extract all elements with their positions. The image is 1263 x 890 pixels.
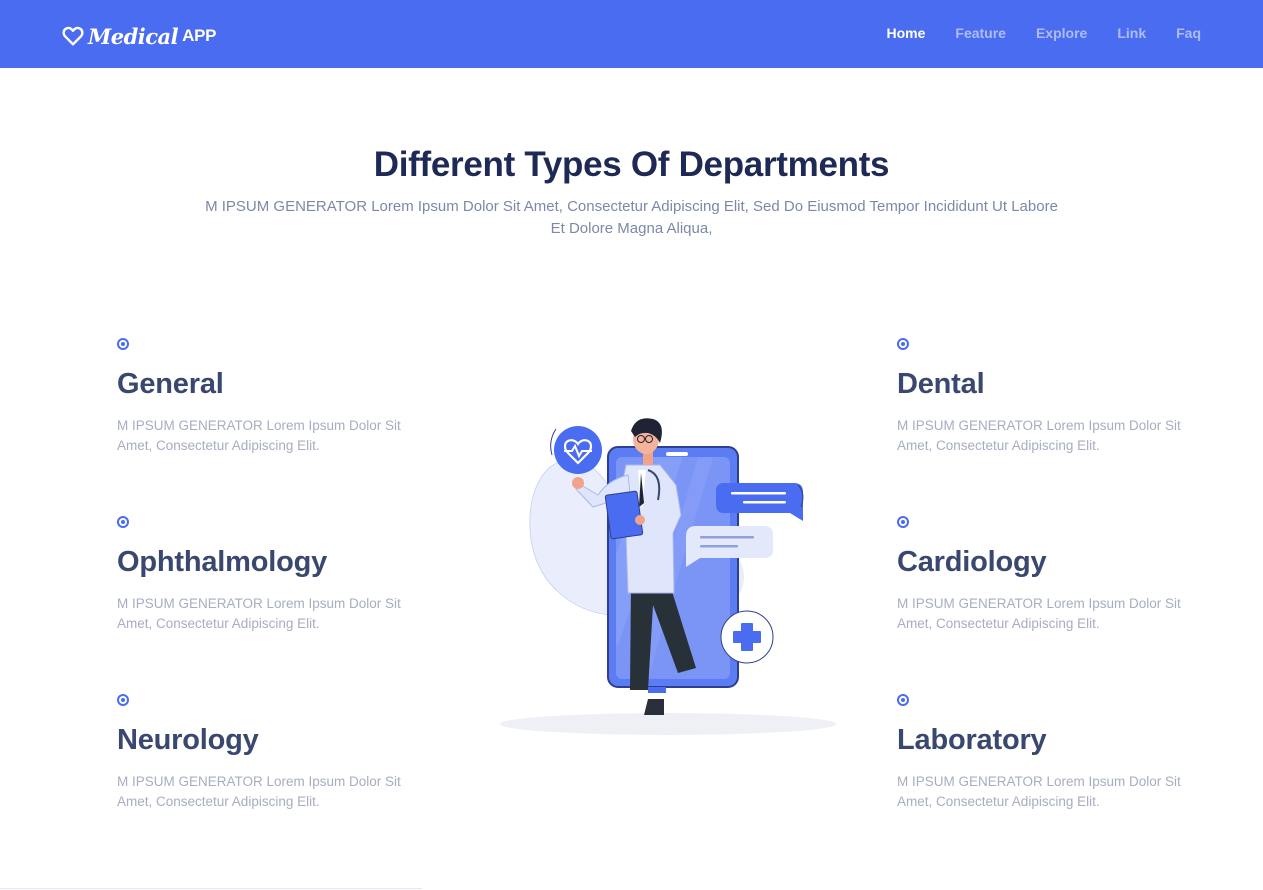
bottom-divider <box>0 888 422 889</box>
dept-title: Neurology <box>117 724 259 756</box>
main-nav: Home Feature Explore Link Faq <box>886 24 1201 43</box>
nav-link-home[interactable]: Home <box>886 25 925 41</box>
brand-logo-link[interactable]: Medical APP <box>62 22 217 50</box>
nav-link-feature[interactable]: Feature <box>955 25 1006 41</box>
brand-name: Medical <box>88 23 179 49</box>
top-navbar: Medical APP Home Feature Explore Link Fa… <box>0 0 1263 68</box>
dept-description: M IPSUM GENERATOR Lorem Ipsum Dolor Sit … <box>897 774 1181 809</box>
heart-outline-icon <box>62 26 84 46</box>
doctor-phone-illustration <box>500 418 836 735</box>
nav-item-faq: Faq <box>1176 24 1201 43</box>
radio-dot-icon <box>117 694 129 706</box>
dept-description: M IPSUM GENERATOR Lorem Ipsum Dolor Sit … <box>897 418 1181 453</box>
dept-description: M IPSUM GENERATOR Lorem Ipsum Dolor Sit … <box>117 418 401 453</box>
nav-link-faq[interactable]: Faq <box>1176 25 1201 41</box>
nav-link-link[interactable]: Link <box>1117 25 1146 41</box>
radio-dot-icon <box>897 516 909 528</box>
nav-item-feature: Feature <box>955 24 1006 43</box>
dept-title: Laboratory <box>897 724 1047 756</box>
dept-description: M IPSUM GENERATOR Lorem Ipsum Dolor Sit … <box>897 596 1181 631</box>
nav-link-explore[interactable]: Explore <box>1036 25 1087 41</box>
dept-title: Dental <box>897 368 985 400</box>
dept-title: Ophthalmology <box>117 546 328 578</box>
nav-item-home: Home <box>886 24 925 43</box>
dept-description: M IPSUM GENERATOR Lorem Ipsum Dolor Sit … <box>117 774 401 809</box>
section-subtitle: M IPSUM GENERATOR Lorem Ipsum Dolor Sit … <box>205 198 1058 237</box>
radio-dot-icon <box>117 516 129 528</box>
radio-dot-icon <box>897 694 909 706</box>
dept-title: General <box>117 368 224 400</box>
radio-dot-icon <box>897 338 909 350</box>
nav-item-link: Link <box>1117 24 1146 43</box>
brand-suffix: APP <box>182 26 217 45</box>
dept-title: Cardiology <box>897 546 1047 578</box>
radio-dot-icon <box>117 338 129 350</box>
dept-description: M IPSUM GENERATOR Lorem Ipsum Dolor Sit … <box>117 596 401 631</box>
nav-item-explore: Explore <box>1036 24 1087 43</box>
section-title: Different Types Of Departments <box>373 145 890 184</box>
